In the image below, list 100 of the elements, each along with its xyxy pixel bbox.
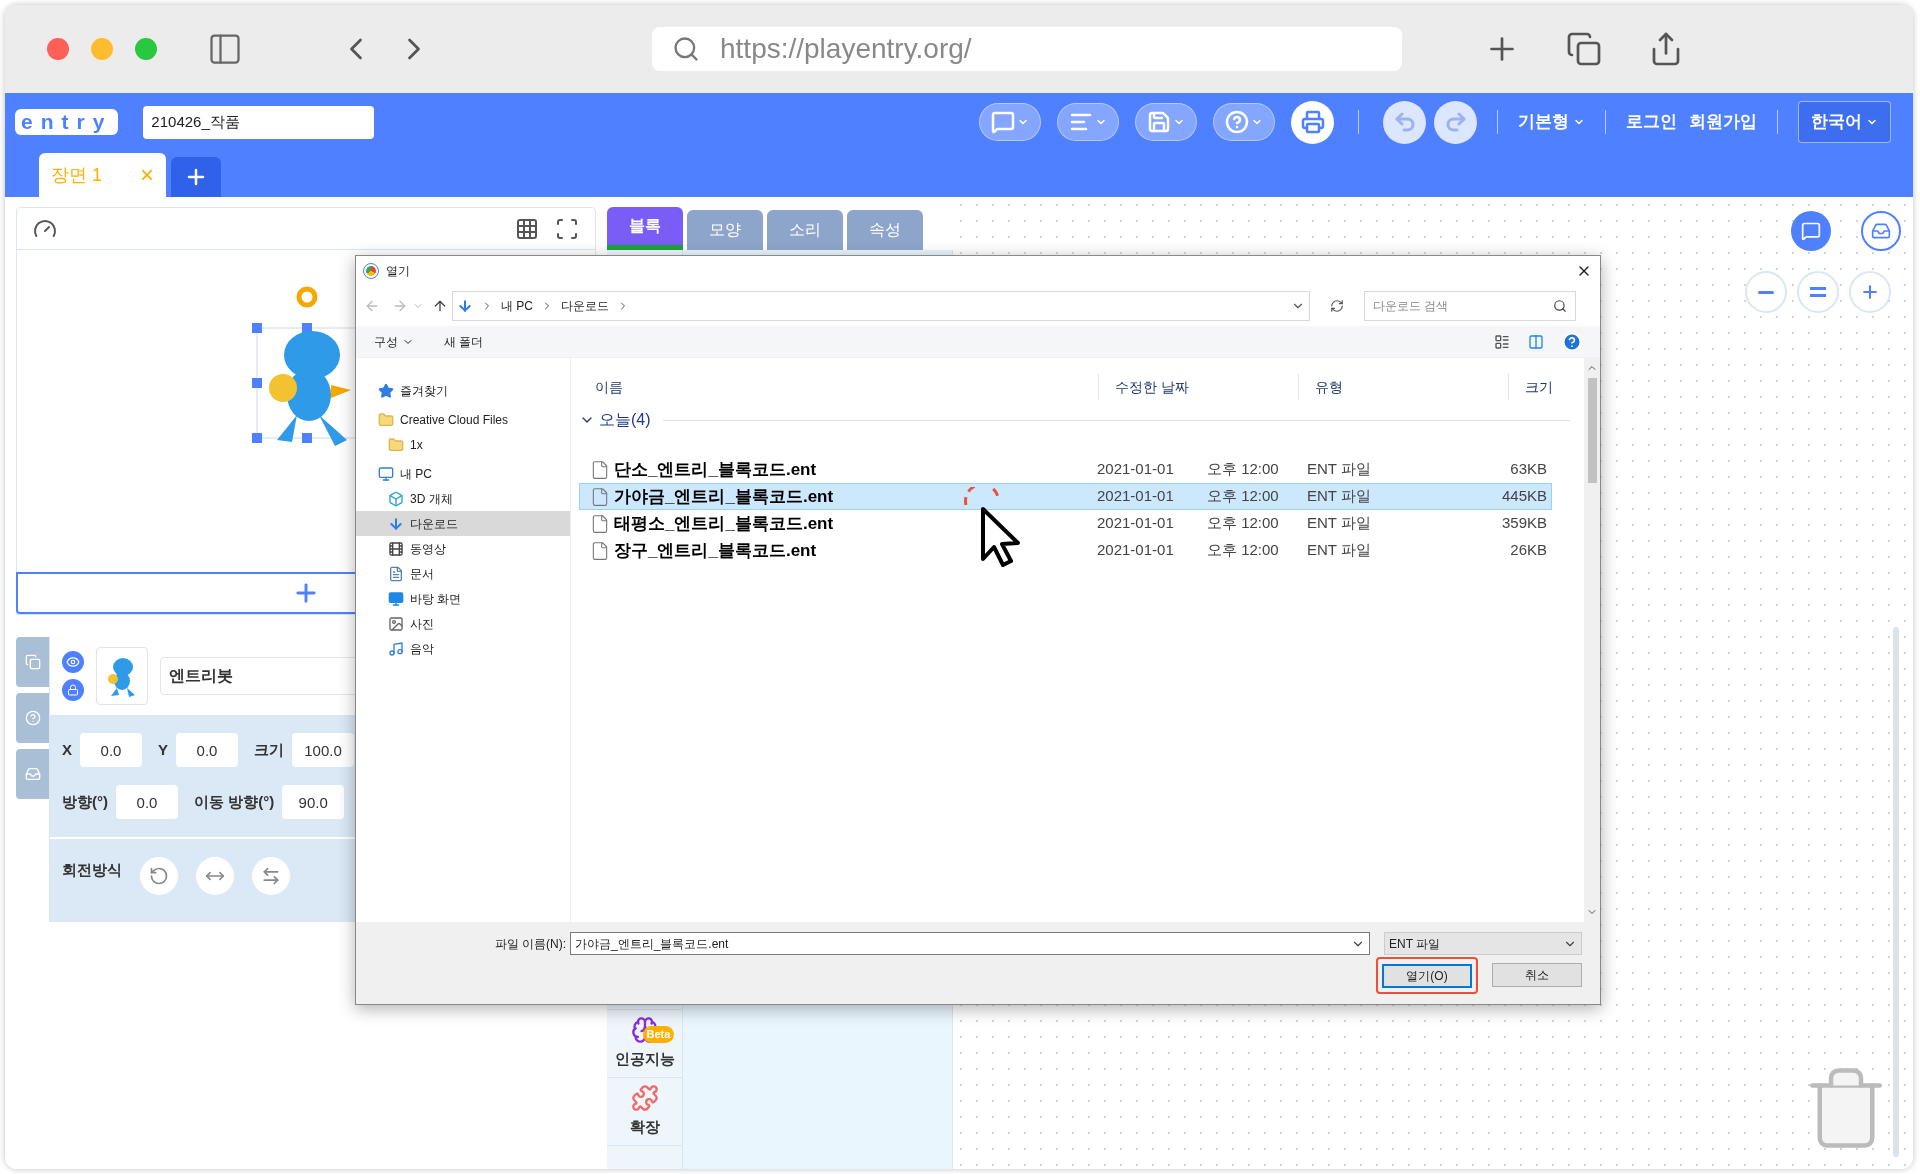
folder-icon bbox=[378, 411, 394, 428]
film-icon bbox=[388, 540, 404, 557]
file-time: 오후 12:00 bbox=[1207, 540, 1280, 561]
scroll-thumb[interactable] bbox=[1587, 378, 1597, 483]
file-icon bbox=[590, 540, 610, 561]
file-name: 가야금_엔트리_블록코드.ent bbox=[614, 485, 835, 508]
file-row[interactable]: 태평소_엔트리_블록코드.ent 2021-01-01 오후 12:00 ENT 파일 359KB bbox=[579, 510, 1552, 537]
zoom-in-button[interactable] bbox=[1849, 271, 1891, 313]
nav-item[interactable]: 1x bbox=[356, 432, 570, 457]
filetype-dropdown[interactable]: ENT 파일 bbox=[1384, 932, 1582, 955]
group-label[interactable]: 오늘(4) bbox=[599, 408, 651, 432]
login-link[interactable]: 로그인 bbox=[1626, 109, 1677, 135]
eye-icon bbox=[66, 655, 80, 669]
category-item[interactable]: Beta 인공지능 bbox=[607, 1009, 682, 1077]
refresh-icon[interactable] bbox=[1330, 299, 1344, 313]
address-bar[interactable]: https://playentry.org/ bbox=[652, 27, 1402, 71]
rotation-label: 회전방식 bbox=[62, 859, 122, 880]
file-row[interactable]: 가야금_엔트리_블록코드.ent 2021-01-01 오후 12:00 ENT 파일 445KB bbox=[579, 483, 1552, 510]
file-row[interactable]: 단소_엔트리_블록코드.ent 2021-01-01 오후 12:00 ENT 파일 63KB bbox=[579, 456, 1552, 483]
no-rotate-button[interactable] bbox=[252, 857, 290, 895]
sidebar-icon[interactable] bbox=[207, 31, 243, 67]
menu-button[interactable] bbox=[1135, 103, 1197, 141]
signup-link[interactable]: 회원가입 bbox=[1689, 109, 1757, 135]
scene-name: 장면 1 bbox=[51, 163, 102, 187]
comment-icon bbox=[1801, 221, 1821, 241]
value-field[interactable]: 0.0 bbox=[80, 733, 142, 767]
help-icon[interactable] bbox=[1562, 331, 1582, 352]
fullscreen-icon[interactable] bbox=[555, 216, 579, 241]
new-folder-button[interactable]: 새 폴더 bbox=[444, 332, 484, 351]
file-type: ENT 파일 bbox=[1307, 540, 1372, 561]
menu-button[interactable] bbox=[1213, 103, 1275, 141]
category-label: 확장 bbox=[629, 1117, 660, 1138]
file-date: 2021-01-01 bbox=[1097, 486, 1175, 507]
menu-button[interactable] bbox=[1057, 103, 1119, 141]
nav-item[interactable]: 동영상 bbox=[356, 536, 570, 561]
value-field[interactable]: 90.0 bbox=[282, 785, 345, 819]
column-header[interactable]: 크기 bbox=[1525, 376, 1553, 398]
view-icon[interactable] bbox=[1494, 333, 1510, 350]
grid-icon[interactable] bbox=[515, 216, 539, 241]
up-icon[interactable] bbox=[432, 298, 448, 314]
path-segment[interactable]: 내 PC bbox=[501, 297, 533, 315]
menu-button[interactable] bbox=[979, 103, 1041, 141]
value-field[interactable]: 100.0 bbox=[292, 733, 355, 767]
block-tab[interactable]: 블록 bbox=[607, 207, 683, 250]
console-icon bbox=[24, 766, 41, 782]
print-button[interactable] bbox=[1291, 100, 1334, 144]
block-storage-button[interactable] bbox=[1861, 211, 1901, 251]
visibility-toggle[interactable] bbox=[62, 651, 84, 673]
category-label: 인공지능 bbox=[614, 1049, 675, 1070]
rotate-free-button[interactable] bbox=[140, 857, 178, 895]
file-date: 2021-01-01 bbox=[1097, 540, 1175, 561]
chrome-logo-icon bbox=[364, 264, 378, 278]
organize-menu[interactable]: 구성 bbox=[374, 332, 414, 351]
project-title-field[interactable]: 210426_작품 bbox=[143, 105, 375, 139]
path-bar[interactable]: 내 PC 다운로드 bbox=[452, 291, 1310, 321]
category-item[interactable]: 확장 bbox=[607, 1077, 682, 1145]
nav-item[interactable]: 내 PC bbox=[356, 461, 570, 486]
nav-item[interactable]: 바탕 화면 bbox=[356, 586, 570, 611]
path-segment[interactable]: 다운로드 bbox=[561, 297, 609, 315]
column-header[interactable]: 이름 bbox=[595, 376, 623, 398]
column-header[interactable]: 수정한 날짜 bbox=[1115, 376, 1189, 398]
desktop-icon bbox=[388, 590, 404, 607]
undo-button[interactable] bbox=[1383, 100, 1426, 144]
filename-field[interactable]: 가야금_엔트리_블록코드.ent bbox=[570, 932, 1370, 955]
flip-horizontal-button[interactable] bbox=[196, 857, 234, 895]
zoom-out-button[interactable] bbox=[1745, 271, 1787, 313]
column-header[interactable]: 유형 bbox=[1315, 376, 1343, 398]
console-tab[interactable] bbox=[16, 749, 49, 799]
object-tab[interactable] bbox=[16, 637, 49, 687]
redo-button[interactable] bbox=[1434, 100, 1477, 144]
file-name: 단소_엔트리_블록코드.ent bbox=[614, 458, 818, 481]
add-scene-button[interactable] bbox=[171, 157, 221, 197]
nav-item[interactable]: 다운로드 bbox=[356, 511, 570, 536]
file-row[interactable]: 장구_엔트리_블록코드.ent 2021-01-01 오후 12:00 ENT 파일 26KB bbox=[579, 537, 1552, 564]
monitor-icon bbox=[378, 465, 394, 482]
comment-icon bbox=[991, 110, 1015, 134]
nav-item[interactable]: 즐겨찾기 bbox=[356, 378, 570, 403]
mode-dropdown[interactable]: 기본형 bbox=[1518, 109, 1585, 135]
file-date: 2021-01-01 bbox=[1097, 459, 1175, 480]
nav-item[interactable]: 사진 bbox=[356, 611, 570, 636]
download-icon bbox=[457, 298, 473, 314]
file-icon bbox=[590, 513, 610, 534]
field-label: 방향(°) bbox=[62, 791, 108, 812]
entry-logo[interactable]: entry bbox=[15, 109, 119, 135]
zoom-reset-button[interactable] bbox=[1797, 271, 1839, 313]
file-icon bbox=[590, 486, 610, 507]
lock-toggle[interactable] bbox=[62, 679, 84, 701]
language-dropdown[interactable]: 한국어 bbox=[1798, 101, 1891, 143]
preview-pane-icon[interactable] bbox=[1528, 333, 1544, 350]
search-field[interactable]: 다운로드 검색 bbox=[1364, 291, 1576, 321]
value-field[interactable]: 0.0 bbox=[116, 785, 178, 819]
tabs-icon[interactable] bbox=[1566, 31, 1602, 67]
value-field[interactable]: 0.0 bbox=[176, 733, 239, 767]
nav-item[interactable]: 3D 개체 bbox=[356, 486, 570, 511]
nav-item[interactable]: 문서 bbox=[356, 561, 570, 586]
comment-button[interactable] bbox=[1791, 211, 1831, 251]
help-icon bbox=[24, 710, 41, 726]
open-button[interactable]: 열기(O) bbox=[1382, 964, 1472, 988]
nav-item[interactable]: Creative Cloud Files bbox=[356, 407, 570, 432]
cancel-button[interactable]: 취소 bbox=[1492, 963, 1582, 987]
